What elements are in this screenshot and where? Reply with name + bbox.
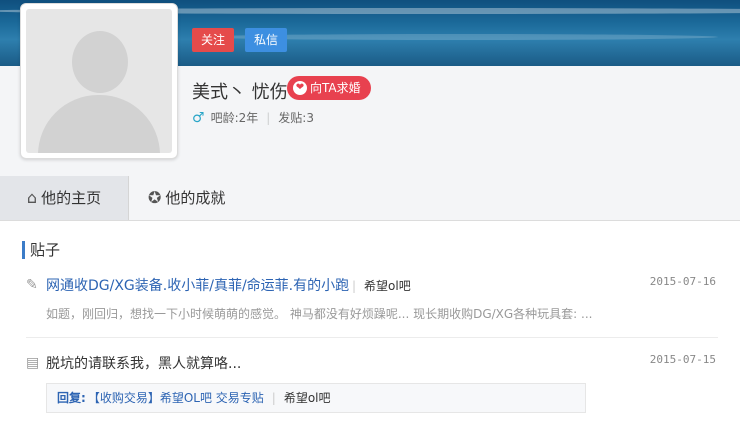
post-divider bbox=[26, 337, 718, 338]
meta-divider: | bbox=[266, 110, 271, 125]
post-forum-divider: | bbox=[352, 279, 357, 293]
tab-home[interactable]: ⌂ 他的主页 bbox=[0, 176, 129, 220]
avatar[interactable] bbox=[20, 3, 178, 159]
tab-achievements[interactable]: ✪ 他的成就 bbox=[148, 176, 225, 220]
comment-icon: ▤ bbox=[26, 355, 40, 371]
reply-divider: | bbox=[271, 391, 276, 405]
propose-label: 向TA求婚 bbox=[310, 81, 361, 95]
post-title-link[interactable]: 脱坑的请联系我，黑人就算咯... bbox=[46, 353, 241, 373]
post-title-link[interactable]: 网通收DG/XG装备.收小菲/真菲/命运菲.有的小跑 bbox=[46, 275, 349, 295]
reply-preview: 回复: 【收购交易】希望OL吧 交易专贴 | 希望ol吧 bbox=[46, 383, 586, 413]
post-forum-label: 希望ol吧 bbox=[364, 279, 411, 293]
post-count-text: 发贴:3 bbox=[278, 111, 314, 125]
avatar-body bbox=[38, 95, 160, 153]
edit-icon: ✎ bbox=[26, 277, 38, 293]
reply-label: 回复: bbox=[57, 391, 86, 405]
avatar-head bbox=[72, 31, 128, 93]
tab-home-label: 他的主页 bbox=[41, 189, 102, 207]
section-title: 贴子 bbox=[22, 241, 60, 259]
heart-icon: ❤ bbox=[293, 81, 307, 95]
medal-icon: ✪ bbox=[148, 188, 162, 207]
male-icon: ♂ bbox=[192, 109, 205, 126]
post-excerpt: 如题，刚回归，想找一下小时候萌萌的感觉。 神马都没有好烦躁呢... 现长期收购D… bbox=[46, 307, 593, 321]
avatar-placeholder-image bbox=[26, 9, 172, 153]
reply-target-link[interactable]: 【收购交易】希望OL吧 交易专贴 bbox=[88, 383, 264, 413]
reply-forum-link[interactable]: 希望ol吧 bbox=[284, 383, 331, 413]
post-forum-link[interactable]: | 希望ol吧 bbox=[352, 277, 411, 294]
propose-button[interactable]: ❤ 向TA求婚 bbox=[287, 76, 371, 100]
post-date: 2015-07-15 bbox=[649, 353, 716, 366]
message-button[interactable]: 私信 bbox=[245, 28, 288, 52]
profile-meta: ♂ 吧龄:2年 | 发贴:3 bbox=[192, 109, 314, 126]
tenure-text: 吧龄:2年 bbox=[210, 111, 259, 125]
follow-button[interactable]: 关注 bbox=[192, 28, 235, 52]
home-icon: ⌂ bbox=[26, 188, 38, 207]
username: 美式丶 忧伤 bbox=[192, 82, 288, 103]
post-date: 2015-07-16 bbox=[649, 275, 716, 288]
profile-tabs: ⌂ 他的主页 ✪ 他的成就 bbox=[0, 176, 740, 221]
tab-achievements-label: 他的成就 bbox=[165, 189, 226, 207]
